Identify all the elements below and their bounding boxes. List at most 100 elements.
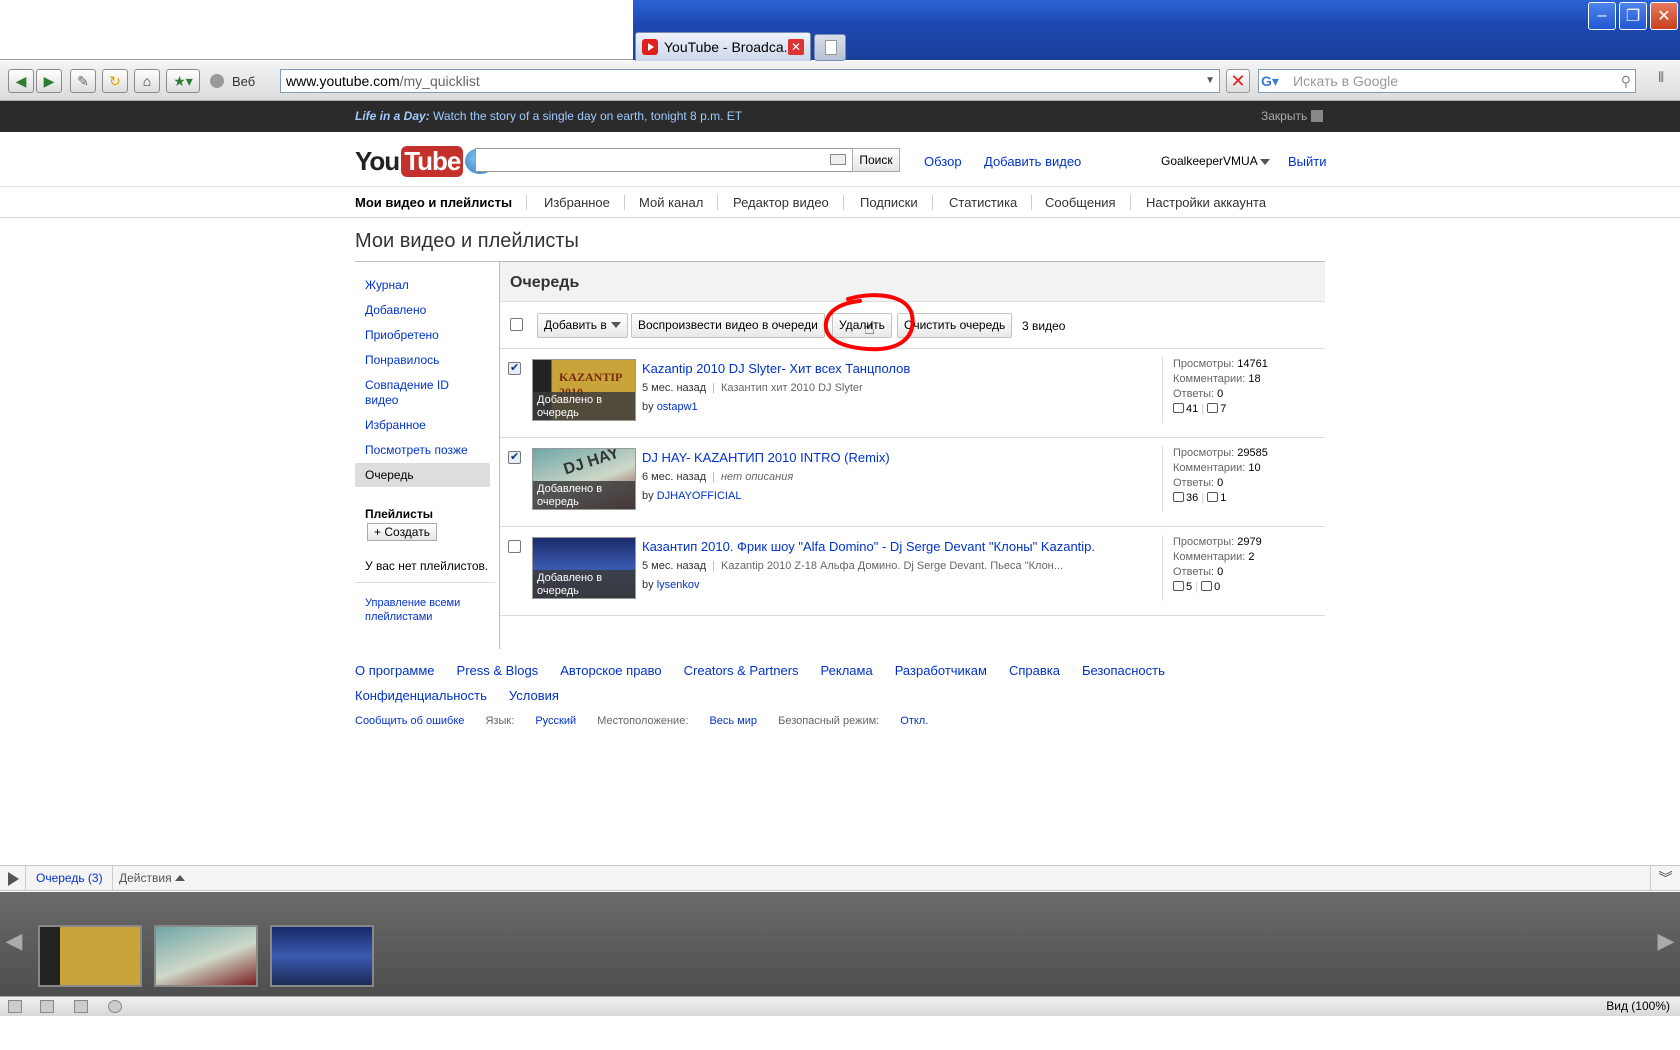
quicklist-thumbnail[interactable]: [154, 925, 258, 987]
browse-link[interactable]: Обзор: [924, 154, 962, 169]
sidebar-item-queue[interactable]: Очередь: [355, 463, 490, 487]
bookmarks-icon[interactable]: ★▾: [166, 69, 200, 93]
video-author-link[interactable]: DJHAYOFFICIAL: [657, 490, 742, 502]
next-arrow-icon[interactable]: ▶: [1656, 928, 1676, 958]
collapse-icon[interactable]: ︾: [1650, 866, 1680, 890]
video-checkbox[interactable]: [508, 361, 521, 375]
pen-icon[interactable]: ✎: [70, 69, 96, 93]
video-author-link[interactable]: ostapw1: [657, 401, 698, 413]
tab-my-videos[interactable]: Мои видео и плейлисты: [355, 195, 528, 210]
tab-subscriptions[interactable]: Подписки: [860, 195, 933, 210]
quicklist-thumbnail[interactable]: [270, 925, 374, 987]
sidebar-item-content-id[interactable]: Совпадение ID видео: [355, 375, 490, 411]
minimize-button[interactable]: –: [1588, 2, 1616, 30]
video-description: Казантип хит 2010 DJ Slyter: [720, 382, 863, 394]
footer-link-copyright[interactable]: Авторское право: [560, 663, 661, 678]
footer-link-help[interactable]: Справка: [1009, 663, 1060, 678]
tab-messages[interactable]: Сообщения: [1045, 195, 1131, 210]
video-title[interactable]: DJ HAY- KAZAНТИП 2010 INTRO (Remix): [642, 450, 890, 465]
safety-mode-label: Безопасный режим:: [778, 715, 880, 727]
play-queue-button[interactable]: Воспроизвести видео в очереди: [631, 313, 825, 338]
video-title[interactable]: Kazantip 2010 DJ Slyter- Хит всех Танцпо…: [642, 361, 910, 376]
search-button[interactable]: Поиск: [852, 148, 900, 172]
signout-link[interactable]: Выйти: [1288, 154, 1327, 169]
promo-close[interactable]: Закрыть: [1261, 109, 1324, 123]
back-arrow-icon[interactable]: ◀: [8, 69, 34, 93]
sidebar-item-favorites[interactable]: Избранное: [355, 415, 490, 436]
quicklist-thumbnail[interactable]: [38, 925, 142, 987]
home-icon[interactable]: ⌂: [134, 69, 160, 93]
sidebar-item-watch-later[interactable]: Посмотреть позже: [355, 440, 490, 461]
video-thumbnail[interactable]: KAZANTIP 2010 Добавлено в очередь: [532, 359, 636, 421]
video-meta: 6 мес. назад | нет описания: [642, 471, 794, 483]
tab-my-channel[interactable]: Мой канал: [639, 195, 719, 210]
select-all-checkbox[interactable]: [510, 318, 523, 331]
promo-message[interactable]: Life in a Day: Watch the story of a sing…: [355, 109, 742, 123]
video-title[interactable]: Казантип 2010. Фрик шоу "Alfa Domino" - …: [642, 539, 1095, 554]
tab-video-editor[interactable]: Редактор видео: [733, 195, 844, 210]
replies-label: Ответы:: [1173, 477, 1215, 489]
username: GoalkeeperVMUA: [1161, 154, 1258, 168]
web-search-label[interactable]: Веб: [210, 69, 278, 93]
new-tab-button[interactable]: [814, 34, 846, 61]
report-bug-link[interactable]: Сообщить об ошибке: [355, 715, 464, 727]
address-dropdown-icon[interactable]: ▼: [1205, 70, 1215, 92]
playlists-heading: Плейлисты: [365, 507, 433, 521]
stop-icon[interactable]: ✕: [1226, 69, 1250, 93]
footer-link-press[interactable]: Press & Blogs: [457, 663, 539, 678]
address-bar[interactable]: www.youtube.com/my_quicklist ▼: [280, 69, 1220, 93]
google-search-input[interactable]: G▾ Искать в Google ⚲: [1258, 69, 1636, 93]
reload-icon[interactable]: ↻: [102, 69, 128, 93]
create-playlist-button[interactable]: + Создать: [367, 523, 437, 541]
close-window-button[interactable]: ✕: [1650, 2, 1678, 30]
video-thumbnail[interactable]: DJ HAY Добавлено в очередь: [532, 448, 636, 510]
safety-mode-link[interactable]: Откл.: [900, 715, 928, 727]
sidebar-divider: [355, 582, 495, 583]
video-author-link[interactable]: lysenkov: [657, 579, 700, 591]
video-thumbnail[interactable]: Добавлено в очередь: [532, 537, 636, 599]
forward-arrow-icon[interactable]: ▶: [36, 69, 62, 93]
language-link[interactable]: Русский: [535, 715, 576, 727]
mouse-cursor-icon: ☝: [864, 318, 875, 338]
page-footer: О программе Press & Blogs Авторское право C…: [355, 663, 1255, 727]
turbo-icon[interactable]: [108, 1000, 122, 1013]
footer-link-advertising[interactable]: Реклама: [821, 663, 873, 678]
location-link[interactable]: Весь мир: [709, 715, 757, 727]
network-icon[interactable]: [74, 1000, 88, 1013]
video-stats: Просмотры: 2979 Комментарии: 2 Ответы: 0…: [1162, 535, 1262, 601]
tab-account-settings[interactable]: Настройки аккаунта: [1146, 195, 1280, 210]
search-input[interactable]: [475, 148, 853, 172]
toolbar-overflow-icon[interactable]: ⦀: [1658, 69, 1664, 86]
quicklist-link[interactable]: Очередь (3): [36, 871, 103, 885]
sidebar-item-purchased[interactable]: Приобретено: [355, 325, 490, 346]
video-checkbox[interactable]: [508, 540, 521, 553]
footer-link-privacy[interactable]: Конфиденциальность: [355, 688, 487, 703]
footer-link-about[interactable]: О программе: [355, 663, 435, 678]
browser-tab[interactable]: YouTube - Broadca... ✕: [635, 32, 811, 61]
video-author-line: by lysenkov: [642, 579, 699, 591]
manage-playlists-link[interactable]: Управление всеми плейлистами: [365, 596, 485, 624]
tab-close-icon[interactable]: ✕: [788, 39, 804, 55]
sidebar-item-liked[interactable]: Понравилось: [355, 350, 490, 371]
zoom-control[interactable]: Вид (100%): [1606, 999, 1670, 1013]
maximize-button[interactable]: ❐: [1619, 2, 1647, 30]
sidebar-item-uploaded[interactable]: Добавлено: [355, 300, 490, 321]
footer-link-safety[interactable]: Безопасность: [1082, 663, 1165, 678]
user-menu[interactable]: GoalkeeperVMUA: [1161, 154, 1270, 168]
play-icon[interactable]: [0, 866, 26, 890]
prev-arrow-icon[interactable]: ◀: [4, 928, 24, 958]
actions-menu[interactable]: Действия: [112, 866, 191, 890]
add-to-button[interactable]: Добавить в: [537, 313, 628, 338]
google-icon[interactable]: G▾: [1261, 72, 1287, 90]
panel-icon[interactable]: [40, 1000, 54, 1013]
upload-link[interactable]: Добавить видео: [984, 154, 1081, 169]
footer-link-terms[interactable]: Условия: [509, 688, 559, 703]
tab-favorites[interactable]: Избранное: [544, 195, 625, 210]
sidebar-item-history[interactable]: Журнал: [355, 275, 490, 296]
keyboard-icon[interactable]: [830, 154, 846, 165]
footer-link-developers[interactable]: Разработчикам: [895, 663, 987, 678]
footer-link-creators[interactable]: Creators & Partners: [684, 663, 799, 678]
tab-analytics[interactable]: Статистика: [949, 195, 1033, 210]
video-checkbox[interactable]: [508, 450, 521, 464]
magnifier-icon[interactable]: ⚲: [1621, 70, 1631, 92]
